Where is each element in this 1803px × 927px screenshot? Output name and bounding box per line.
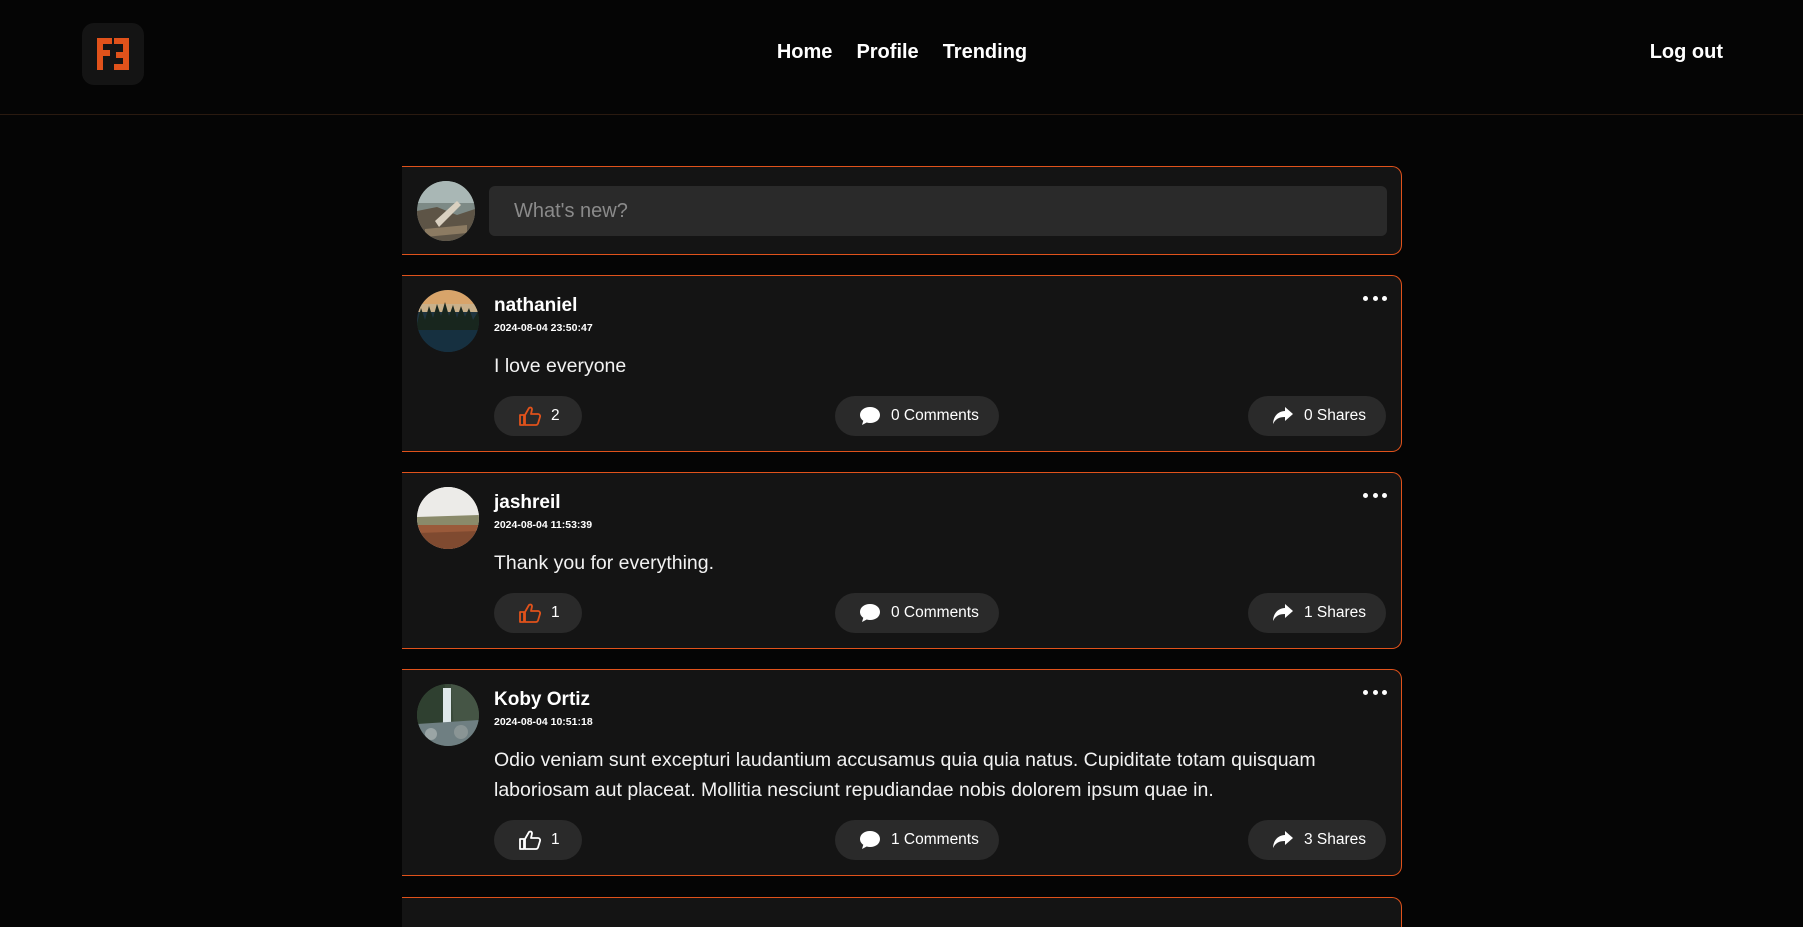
post-composer bbox=[402, 166, 1402, 255]
post-card: jashreil 2024-08-04 11:53:39 Thank you f… bbox=[402, 472, 1402, 649]
post-timestamp: 2024-08-04 11:53:39 bbox=[494, 519, 593, 531]
nav-profile-link[interactable]: Profile bbox=[856, 41, 918, 64]
author-name[interactable]: nathaniel bbox=[494, 295, 593, 317]
shares-button[interactable]: 1 Shares bbox=[1248, 593, 1386, 633]
whats-new-input[interactable] bbox=[489, 186, 1387, 236]
comments-count: 0 Comments bbox=[891, 407, 979, 424]
author-avatar[interactable] bbox=[417, 487, 479, 549]
post-card: Koby Ortiz 2024-08-04 10:51:18 Odio veni… bbox=[402, 669, 1402, 876]
top-navigation-bar: Home Profile Trending Log out bbox=[0, 0, 1803, 115]
like-count: 1 bbox=[551, 831, 560, 848]
post-header: jashreil 2024-08-04 11:53:39 bbox=[494, 492, 592, 531]
next-post-card-partial bbox=[402, 897, 1402, 927]
comments-button[interactable]: 0 Comments bbox=[835, 593, 999, 633]
post-timestamp: 2024-08-04 10:51:18 bbox=[494, 716, 593, 728]
post-actions: 1 1 Comments 3 Shares bbox=[494, 820, 1386, 860]
post-actions: 1 0 Comments 1 Shares bbox=[494, 593, 1386, 633]
like-button[interactable]: 2 bbox=[494, 396, 582, 436]
more-options-icon[interactable] bbox=[1363, 485, 1387, 505]
shares-button[interactable]: 3 Shares bbox=[1248, 820, 1386, 860]
comments-count: 0 Comments bbox=[891, 604, 979, 621]
shares-count: 0 Shares bbox=[1304, 407, 1367, 424]
post-card: nathaniel 2024-08-04 23:50:47 I love eve… bbox=[402, 275, 1402, 452]
share-arrow-icon bbox=[1273, 831, 1293, 848]
thumbs-up-icon bbox=[519, 406, 541, 426]
author-avatar[interactable] bbox=[417, 290, 479, 352]
nav-home-link[interactable]: Home bbox=[777, 41, 833, 64]
speech-bubble-icon bbox=[860, 604, 880, 622]
like-button[interactable]: 1 bbox=[494, 820, 582, 860]
more-options-icon[interactable] bbox=[1363, 682, 1387, 702]
current-user-avatar[interactable] bbox=[417, 181, 475, 241]
main-nav: Home Profile Trending bbox=[0, 41, 1803, 64]
shares-count: 1 Shares bbox=[1304, 604, 1367, 621]
speech-bubble-icon bbox=[860, 407, 880, 425]
like-count: 2 bbox=[551, 407, 560, 424]
speech-bubble-icon bbox=[860, 831, 880, 849]
nav-trending-link[interactable]: Trending bbox=[943, 41, 1027, 64]
shares-count: 3 Shares bbox=[1304, 831, 1367, 848]
like-count: 1 bbox=[551, 604, 560, 621]
post-timestamp: 2024-08-04 23:50:47 bbox=[494, 322, 593, 334]
comments-button[interactable]: 0 Comments bbox=[835, 396, 999, 436]
post-header: nathaniel 2024-08-04 23:50:47 bbox=[494, 295, 593, 334]
share-arrow-icon bbox=[1273, 407, 1293, 424]
thumbs-up-icon bbox=[519, 603, 541, 623]
thumbs-up-icon bbox=[519, 830, 541, 850]
comments-count: 1 Comments bbox=[891, 831, 979, 848]
comments-button[interactable]: 1 Comments bbox=[835, 820, 999, 860]
shares-button[interactable]: 0 Shares bbox=[1248, 396, 1386, 436]
author-avatar[interactable] bbox=[417, 684, 479, 746]
post-header: Koby Ortiz 2024-08-04 10:51:18 bbox=[494, 689, 593, 728]
author-name[interactable]: Koby Ortiz bbox=[494, 689, 593, 711]
like-button[interactable]: 1 bbox=[494, 593, 582, 633]
feed: nathaniel 2024-08-04 23:50:47 I love eve… bbox=[402, 166, 1402, 876]
logout-button[interactable]: Log out bbox=[1650, 41, 1723, 64]
post-actions: 2 0 Comments 0 Shares bbox=[494, 396, 1386, 436]
more-options-icon[interactable] bbox=[1363, 288, 1387, 308]
author-name[interactable]: jashreil bbox=[494, 492, 592, 514]
share-arrow-icon bbox=[1273, 604, 1293, 621]
